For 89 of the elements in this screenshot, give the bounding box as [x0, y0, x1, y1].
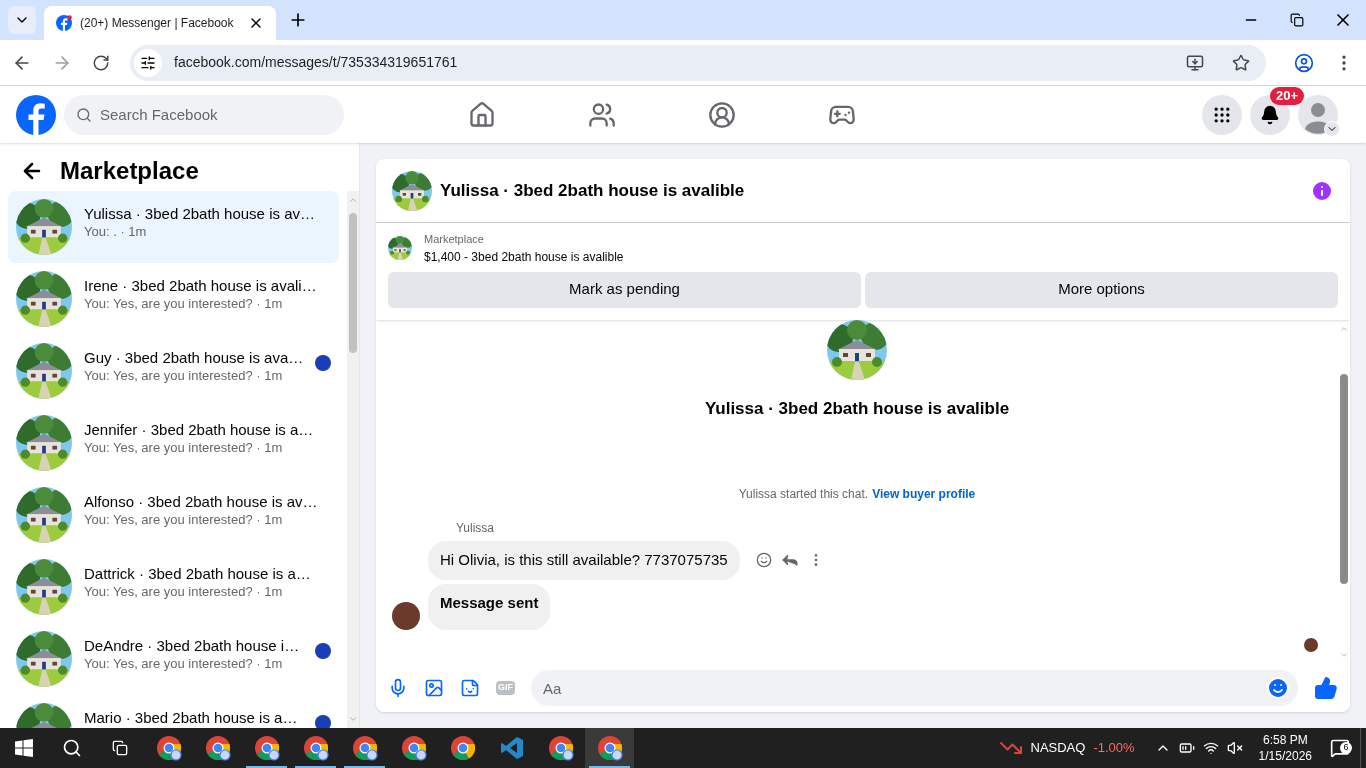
- scrollbar-thumb[interactable]: [349, 213, 357, 353]
- conversation-item[interactable]: Irene · 3bed 2bath house is avali… You: Yes, are you interested? · 1m: [8, 263, 339, 335]
- message-bubble: Message sent: [428, 583, 551, 630]
- conversation-preview: You: Yes, are you interested? · 1m: [84, 583, 284, 601]
- read-receipt-avatar: [1304, 638, 1318, 652]
- conversation-item[interactable]: Jennifer · 3bed 2bath house is a… You: Yes, are you interested? · 1m: [8, 407, 339, 479]
- conversation-title: Guy · 3bed 2bath house is ava…: [84, 349, 304, 367]
- conversation-item[interactable]: DeAndre · 3bed 2bath house i… You: Yes, are you interested? · 1m: [8, 623, 339, 695]
- conversation-title: Dattrick · 3bed 2bath house is a…: [84, 565, 311, 583]
- message-input[interactable]: Aa: [531, 670, 1298, 706]
- site-settings-icon[interactable]: [140, 54, 156, 71]
- sticker-icon[interactable]: [460, 678, 480, 698]
- clock-time: 6:58 PM: [1262, 732, 1308, 748]
- scrollbar[interactable]: [347, 191, 359, 728]
- conversation-item[interactable]: Yulissa · 3bed 2bath house is av… You: . · 1m: [8, 191, 339, 263]
- conversation-title: Alfonso · 3bed 2bath house is av…: [84, 493, 318, 511]
- conversation-title: Yulissa · 3bed 2bath house is av…: [84, 205, 315, 223]
- message-bubble: Hi Olivia, is this still available? 7737075735: [428, 541, 740, 580]
- conversation-preview: You: Yes, are you interested? · 1m: [84, 367, 284, 385]
- browser-tab[interactable]: (20+) Messenger | Facebook: [44, 6, 276, 40]
- action-button[interactable]: More options: [865, 271, 1338, 308]
- avatar[interactable]: [1298, 94, 1338, 135]
- listing-label: Marketplace: [424, 232, 485, 247]
- restore-icon[interactable]: [1290, 13, 1304, 27]
- url-text: facebook.com/messages/t/735334319651761: [174, 53, 459, 72]
- conversation-item[interactable]: Guy · 3bed 2bath house is ava… You: Yes, are you interested? · 1m: [8, 335, 339, 407]
- photo-icon[interactable]: [424, 678, 444, 698]
- wifi-icon[interactable]: [1202, 740, 1219, 756]
- bell-icon: [1260, 104, 1280, 125]
- chrome-icon: [204, 735, 231, 761]
- conversation-preview: You: Yes, are you interested? · 1m: [84, 295, 284, 313]
- friends-icon[interactable]: [588, 100, 616, 129]
- conversation-preview: You: Yes, are you interested? · 1m: [84, 511, 284, 529]
- search-icon: [76, 106, 92, 123]
- action-button[interactable]: Mark as pending: [388, 271, 861, 308]
- windows-logo-icon[interactable]: [15, 739, 33, 757]
- conversation-title: DeAndre · 3bed 2bath house i…: [84, 637, 301, 655]
- ticker-name: NASDAQ: [1030, 739, 1086, 758]
- search-field[interactable]: Search Facebook: [64, 94, 344, 135]
- chrome-icon: [302, 735, 329, 761]
- chat-started-text: Yulissa started this chat.: [738, 486, 869, 503]
- conversation-item[interactable]: Dattrick · 3bed 2bath house is a… You: Yes, are you interested? · 1m: [8, 551, 339, 623]
- task-view-icon[interactable]: [112, 740, 128, 756]
- chrome-icon: [155, 735, 182, 761]
- facebook-logo-icon: [56, 15, 72, 31]
- reload-icon[interactable]: [92, 53, 110, 72]
- buyer-profile-link[interactable]: View buyer profile: [872, 485, 976, 503]
- like-icon[interactable]: [1314, 676, 1338, 700]
- conversation-title: Jennifer · 3bed 2bath house is a…: [84, 421, 314, 439]
- person-circle-icon[interactable]: [708, 100, 736, 129]
- install-icon[interactable]: [1186, 53, 1204, 72]
- tab-title: (20+) Messenger | Facebook: [80, 15, 235, 32]
- sender-name: Yulissa: [456, 520, 496, 537]
- listing-text: $1,400 - 3bed 2bath house is avalible: [424, 248, 624, 266]
- ticker-change: -1.00%: [1093, 739, 1135, 758]
- sidebar-title: Marketplace: [60, 156, 199, 186]
- conversation-title: Mario · 3bed 2bath house is a…: [84, 709, 299, 727]
- taskbar-app[interactable]: [585, 728, 634, 768]
- mute-icon[interactable]: [1226, 740, 1243, 756]
- conversation-preview: You: Yes, are you interested? · 1m: [84, 655, 284, 673]
- search-icon[interactable]: [62, 738, 82, 758]
- conversation-title: Irene · 3bed 2bath house is avali…: [84, 277, 317, 295]
- facebook-logo-icon[interactable]: [16, 94, 56, 135]
- scrollbar-thumb[interactable]: [1340, 373, 1348, 584]
- chat-title: Yulissa · 3bed 2bath house is avalible: [440, 179, 746, 202]
- chrome-icon: [449, 735, 476, 761]
- chrome-icon: [400, 735, 427, 761]
- chrome-icon: [253, 735, 280, 761]
- conversation-item[interactable]: Alfonso · 3bed 2bath house is av… You: Yes, are you interested? · 1m: [8, 479, 339, 551]
- menu-button[interactable]: [1202, 94, 1242, 135]
- react-icon[interactable]: [755, 552, 772, 569]
- conversation-heading: Yulissa · 3bed 2bath house is avalible: [704, 397, 1010, 420]
- notification-badge: 20+: [1270, 86, 1305, 105]
- chrome-icon: [547, 735, 574, 761]
- conversation-preview: You: Yes, are you interested? · 1m: [84, 439, 284, 457]
- tab-search-button[interactable]: [8, 6, 36, 34]
- notification-count: 6: [1340, 742, 1352, 754]
- code-editor-icon: [499, 736, 524, 760]
- address-bar[interactable]: facebook.com/messages/t/735334319651761: [130, 44, 1266, 81]
- battery-icon[interactable]: [1178, 740, 1195, 756]
- chrome-icon: [596, 735, 623, 761]
- chrome-icon: [351, 735, 378, 761]
- conversation-preview: You: . · 1m: [84, 223, 148, 241]
- home-icon[interactable]: [468, 100, 496, 129]
- clock-date: 1/15/2026: [1258, 748, 1312, 764]
- bookmark-star-icon[interactable]: [1232, 53, 1250, 72]
- profile-icon[interactable]: [1294, 52, 1314, 73]
- notification-center-icon[interactable]: [1330, 738, 1350, 758]
- microphone-icon[interactable]: [388, 678, 408, 698]
